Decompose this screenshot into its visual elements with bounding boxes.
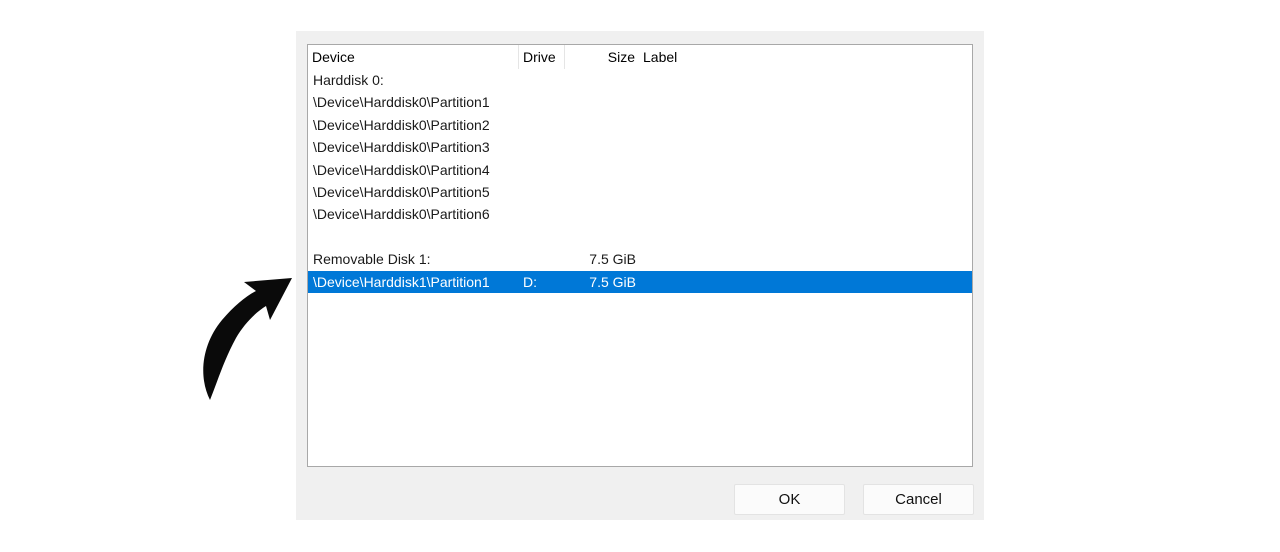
list-body: Harddisk 0: \Device\Harddisk0\Partition1… xyxy=(308,69,972,293)
list-item[interactable]: \Device\Harddisk0\Partition5 xyxy=(308,181,972,203)
ok-button[interactable]: OK xyxy=(734,484,845,515)
list-item[interactable]: \Device\Harddisk0\Partition1 xyxy=(308,91,972,113)
label-cell xyxy=(642,203,942,225)
label-cell xyxy=(642,181,942,203)
list-item-selected[interactable]: \Device\Harddisk1\Partition1 D: 7.5 GiB xyxy=(308,270,972,293)
label-cell xyxy=(642,271,942,293)
device-cell: \Device\Harddisk0\Partition3 xyxy=(313,139,490,156)
list-item[interactable] xyxy=(308,226,972,248)
label-cell xyxy=(642,136,942,158)
device-cell: \Device\Harddisk0\Partition2 xyxy=(313,116,490,133)
device-select-dialog: Device Drive Size Label Harddisk 0: \Dev… xyxy=(296,31,984,520)
device-cell xyxy=(313,226,523,248)
drive-cell xyxy=(523,226,573,248)
column-header-device[interactable]: Device xyxy=(308,45,519,69)
drive-cell xyxy=(523,69,573,91)
list-item[interactable]: Harddisk 0: xyxy=(308,69,972,91)
label-cell xyxy=(642,248,942,270)
device-list[interactable]: Device Drive Size Label Harddisk 0: \Dev… xyxy=(307,44,973,467)
device-cell: \Device\Harddisk0\Partition6 xyxy=(313,206,490,223)
size-cell xyxy=(574,91,636,113)
size-cell xyxy=(574,203,636,225)
list-item[interactable]: \Device\Harddisk0\Partition6 xyxy=(308,203,972,225)
drive-cell xyxy=(523,114,573,136)
drive-cell xyxy=(523,159,573,181)
label-cell xyxy=(642,159,942,181)
size-cell: 7.5 GiB xyxy=(589,273,636,290)
drive-cell xyxy=(523,248,573,270)
device-cell: Removable Disk 1: xyxy=(313,251,431,268)
device-cell: \Device\Harddisk1\Partition1 xyxy=(313,273,490,290)
size-cell xyxy=(574,159,636,181)
drive-cell xyxy=(523,181,573,203)
list-item[interactable]: Removable Disk 1: 7.5 GiB xyxy=(308,248,972,270)
size-cell: 7.5 GiB xyxy=(589,251,636,268)
size-cell xyxy=(574,226,636,248)
size-cell xyxy=(574,181,636,203)
size-cell xyxy=(574,136,636,158)
cancel-button[interactable]: Cancel xyxy=(863,484,974,515)
label-cell xyxy=(642,69,942,91)
size-cell xyxy=(574,114,636,136)
label-cell xyxy=(642,114,942,136)
label-cell xyxy=(642,226,942,248)
list-item[interactable]: \Device\Harddisk0\Partition2 xyxy=(308,114,972,136)
drive-cell xyxy=(523,136,573,158)
drive-cell xyxy=(523,203,573,225)
drive-cell: D: xyxy=(523,273,537,290)
list-header: Device Drive Size Label xyxy=(308,45,972,69)
label-cell xyxy=(642,91,942,113)
device-cell: \Device\Harddisk0\Partition4 xyxy=(313,161,490,178)
device-cell: Harddisk 0: xyxy=(313,72,384,88)
size-cell xyxy=(574,69,636,91)
column-header-drive[interactable]: Drive xyxy=(519,45,565,69)
device-cell: \Device\Harddisk0\Partition5 xyxy=(313,183,490,200)
list-item[interactable]: \Device\Harddisk0\Partition3 xyxy=(308,136,972,158)
column-header-label[interactable]: Label xyxy=(639,45,939,69)
screenshot-stage: Device Drive Size Label Harddisk 0: \Dev… xyxy=(0,0,1280,552)
device-cell: \Device\Harddisk0\Partition1 xyxy=(313,94,490,111)
drive-cell xyxy=(523,91,573,113)
curved-arrow-icon xyxy=(203,278,292,400)
column-header-size[interactable]: Size xyxy=(565,45,639,69)
list-item[interactable]: \Device\Harddisk0\Partition4 xyxy=(308,159,972,181)
